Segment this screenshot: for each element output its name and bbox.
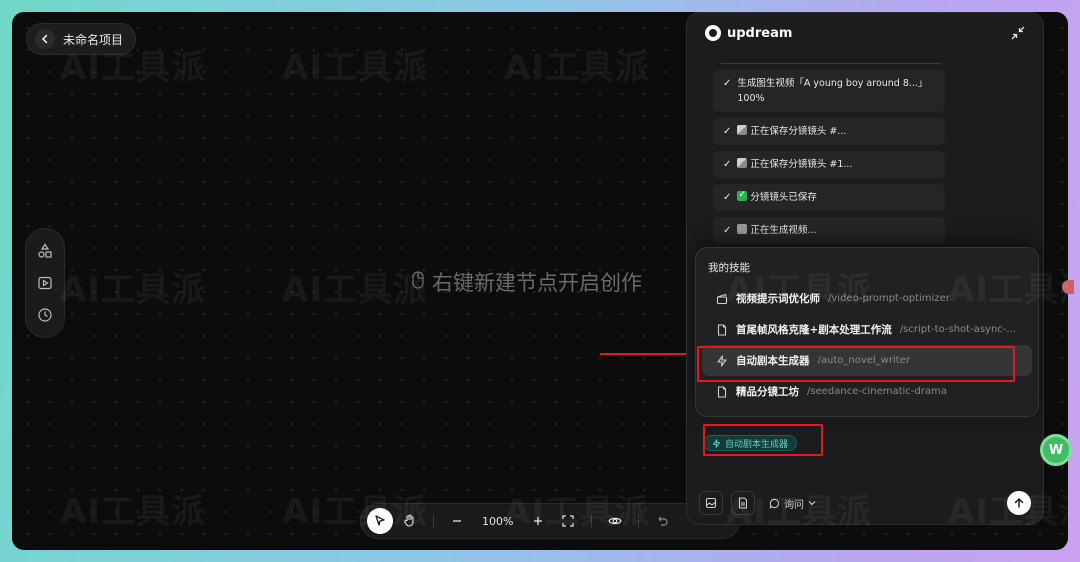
document-icon[interactable] (731, 491, 755, 515)
clapper-icon (737, 158, 748, 168)
annotation-box (697, 346, 1015, 382)
hand-tool-button[interactable] (397, 508, 423, 534)
file-icon (716, 323, 728, 336)
image-upload-icon[interactable] (699, 491, 723, 515)
skill-name: 视频提示词优化师 (736, 293, 820, 305)
chevron-left-icon (35, 29, 55, 49)
check-icon: ✓ (723, 225, 732, 236)
watermark: AI工具派 (60, 270, 206, 310)
toolbar-divider (638, 514, 640, 528)
zoom-level: 100% (482, 514, 514, 528)
check-icon: ✓ (723, 78, 732, 89)
brand-name: updream (727, 25, 793, 41)
skills-title: 我的技能 (708, 262, 750, 274)
mode-label: 询问 (784, 499, 804, 511)
media-icon[interactable] (33, 271, 57, 295)
watermark: AI工具派 (60, 492, 206, 532)
step-text: 正在保存分镜镜头 #1... (750, 159, 853, 170)
step-text: 分镜镜头已保存 (750, 192, 817, 203)
steps-divider (721, 63, 941, 64)
mode-selector[interactable]: 询问 (763, 496, 822, 511)
step-item: ✓ 生成图生视频「A young boy around 8...」 100% (713, 70, 945, 112)
step-item: ✓ 正在保存分镜镜头 #1... (713, 151, 945, 178)
bottom-toolbar: 100% (360, 503, 740, 539)
clapper-icon (716, 293, 728, 305)
skill-item[interactable]: 首尾帧风格克隆+剧本处理工作流 /script-to-shot-async-..… (702, 314, 1032, 345)
progress-steps: ✓ 生成图生视频「A young boy around 8...」 100% ✓… (713, 63, 959, 250)
step-item: ✓ 正在生成视频... (713, 217, 945, 244)
panel-header: updream (687, 13, 1043, 53)
undo-button[interactable] (649, 508, 675, 534)
toolbar-divider (433, 514, 434, 528)
step-text: 正在保存分镜镜头 #... (750, 126, 847, 137)
zoom-in-button[interactable] (525, 508, 551, 534)
check-icon: ✓ (723, 192, 732, 203)
step-progress: 100% (737, 93, 765, 104)
check-icon: ✓ (723, 126, 732, 137)
canvas-hint: 右键新建节点开启创作 (412, 267, 642, 297)
step-item: ✓ 分镜镜头已保存 (713, 184, 945, 211)
arrow-up-icon (1014, 498, 1024, 508)
annotation-box (703, 424, 823, 456)
skill-slug: /video-prompt-optimizer (828, 293, 950, 304)
edge-handle[interactable] (1062, 280, 1074, 294)
skill-name: 首尾帧风格克隆+剧本处理工作流 (736, 324, 892, 336)
updream-logo-icon (705, 25, 721, 41)
toolbar-divider (591, 514, 593, 528)
collapse-icon[interactable] (1007, 22, 1029, 44)
floating-label: W (1048, 442, 1064, 458)
project-title: 未命名项目 (63, 32, 124, 47)
check-icon: ✓ (723, 159, 732, 170)
input-toolbar: 询问 (699, 490, 1031, 516)
select-tool-button[interactable] (367, 508, 393, 534)
history-icon[interactable] (33, 303, 57, 327)
skill-item[interactable]: 视频提示词优化师 /video-prompt-optimizer (702, 283, 1032, 314)
watermark: AI工具派 (282, 48, 428, 88)
camera-icon (737, 224, 748, 234)
canvas-hint-text: 右键新建节点开启创作 (432, 271, 642, 295)
step-item: ✓ 正在保存分镜镜头 #... (713, 118, 945, 145)
skill-slug: /script-to-shot-async-... (899, 324, 1016, 335)
skill-name: 精品分镜工坊 (736, 386, 799, 398)
green-check-icon (737, 188, 748, 203)
chevron-down-icon (808, 501, 816, 506)
watermark: AI工具派 (504, 48, 650, 88)
zoom-out-button[interactable] (444, 508, 470, 534)
clapper-icon (737, 125, 748, 135)
fit-screen-button[interactable] (555, 508, 581, 534)
brand: updream (705, 25, 792, 41)
eye-icon[interactable] (602, 508, 628, 534)
step-text: 正在生成视频... (750, 225, 817, 236)
mouse-icon (412, 270, 424, 294)
skills-popover: 我的技能 视频提示词优化师 /video-prompt-optimizer 首尾… (695, 247, 1039, 417)
left-toolbar (25, 228, 65, 338)
file-icon (716, 385, 728, 398)
watermark: AI工具派 (282, 270, 428, 310)
chat-bubble-icon (769, 498, 780, 509)
back-button[interactable]: 未命名项目 (26, 23, 137, 55)
floating-assistant-button[interactable]: W (1040, 434, 1072, 466)
send-button[interactable] (1007, 491, 1031, 515)
annotation-arrow (600, 353, 698, 355)
shapes-icon[interactable] (33, 239, 57, 263)
step-text: 生成图生视频「A young boy around 8...」 (737, 78, 928, 89)
skill-slug: /seedance-cinematic-drama (807, 386, 947, 397)
